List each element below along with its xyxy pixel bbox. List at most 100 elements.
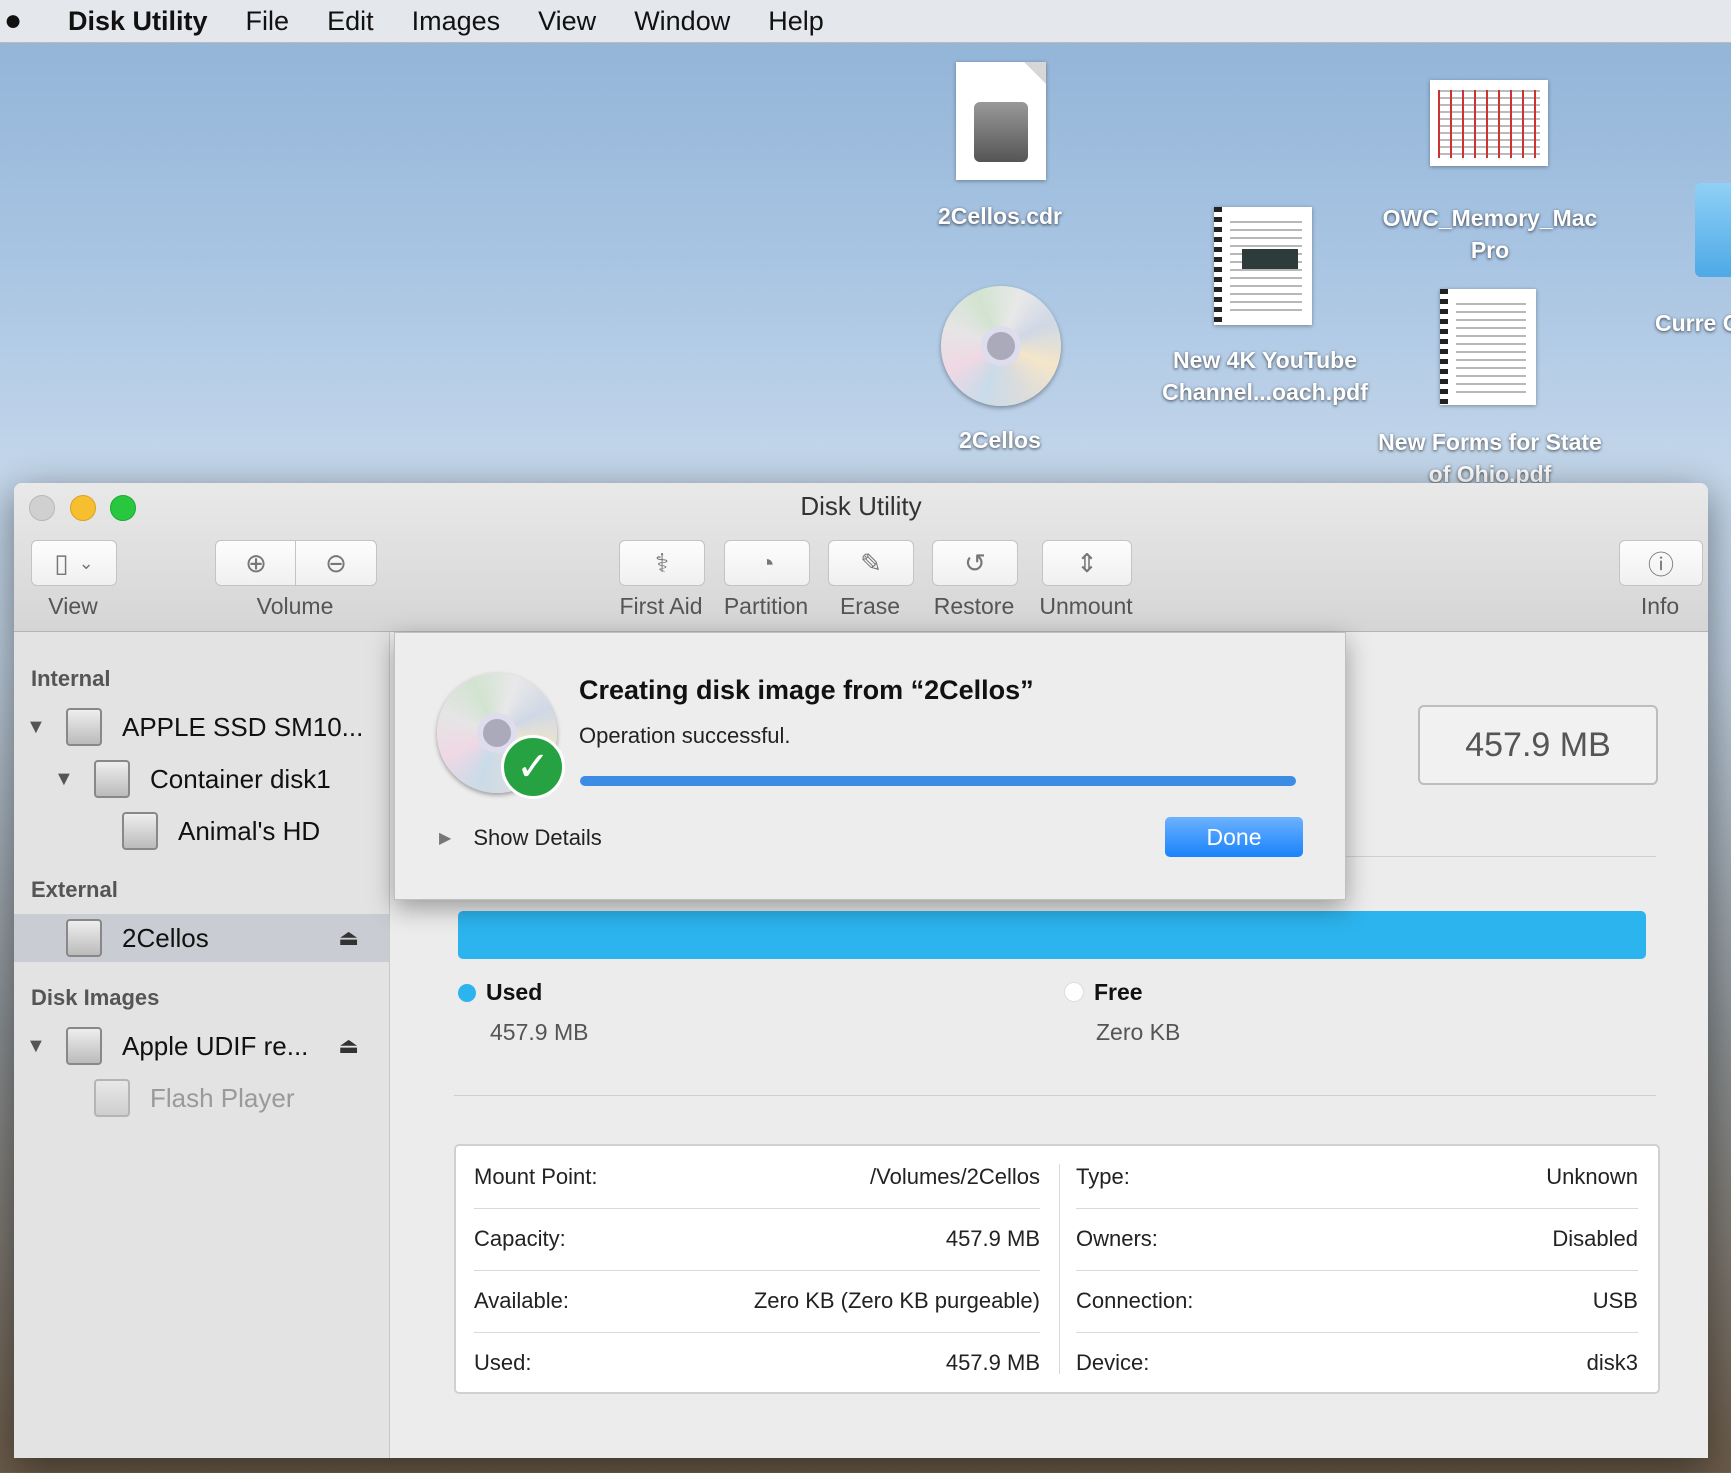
- volume-drive-icon: [94, 1079, 130, 1117]
- info-key: Owners:: [1076, 1226, 1158, 1251]
- info-button[interactable]: ⓘ: [1619, 540, 1703, 586]
- sidebar-item-label: Flash Player: [150, 1082, 295, 1113]
- first-aid-button[interactable]: ⚕: [619, 540, 705, 586]
- add-volume-icon: ⊕: [245, 547, 267, 578]
- info-row-mount-point: Mount Point: /Volumes/2Cellos: [474, 1146, 1040, 1209]
- erase-label: Erase: [839, 593, 901, 619]
- partition-button[interactable]: ◔: [724, 540, 810, 586]
- info-value: 457.9 MB: [945, 1226, 1040, 1251]
- remove-volume-icon: ⊖: [325, 547, 347, 578]
- info-value: Disabled: [1552, 1226, 1638, 1251]
- legend-free: Free: [1064, 979, 1143, 1006]
- sidebar-item-flash-player[interactable]: Flash Player: [14, 1074, 389, 1122]
- desktop-icon-label: New Forms for State of Ohio.pdf: [1378, 429, 1602, 487]
- free-value: Zero KB: [1096, 1019, 1181, 1045]
- sidebar-header-internal: Internal: [31, 666, 111, 691]
- unmount-button[interactable]: ⇕: [1042, 540, 1132, 586]
- info-value: disk3: [1586, 1350, 1638, 1375]
- info-value: 457.9 MB: [945, 1350, 1040, 1375]
- menu-help[interactable]: Help: [768, 6, 824, 37]
- info-row-capacity: Capacity: 457.9 MB: [474, 1208, 1040, 1271]
- progress-bar: [580, 776, 1296, 786]
- info-label: Info: [1640, 593, 1680, 619]
- info-key: Connection:: [1076, 1288, 1194, 1313]
- partition-pie-icon: ◔: [759, 547, 775, 578]
- sidebar-header-external: External: [31, 877, 118, 902]
- info-icon: ⓘ: [1647, 549, 1674, 580]
- remove-volume-button[interactable]: ⊖: [295, 540, 377, 586]
- sidebar-item-apple-ssd[interactable]: ▼ APPLE SSD SM10...: [14, 703, 389, 751]
- unmount-icon: ⇕: [1076, 547, 1098, 578]
- window-titlebar: Disk Utility ▯ ⌄ View ⊕ ⊖ Volume ⚕ First…: [14, 483, 1708, 632]
- sheet-status: Operation successful.: [579, 723, 791, 748]
- pdf-document-icon: [1440, 289, 1536, 405]
- volume-drive-icon: [122, 812, 158, 850]
- progress-sheet: ✓ Creating disk image from “2Cellos” Ope…: [394, 632, 1346, 900]
- cd-disc-icon: [941, 286, 1061, 406]
- sidebar-item-2cellos[interactable]: 2Cellos ⏏: [14, 914, 389, 962]
- show-details-toggle[interactable]: ▶ Show Details: [439, 825, 602, 851]
- free-dot-icon: [1064, 982, 1084, 1002]
- usage-bar: [458, 911, 1646, 959]
- folder-icon: [1695, 183, 1731, 277]
- eject-icon[interactable]: ⏏: [338, 925, 359, 951]
- cdr-file-icon: [956, 62, 1046, 180]
- capacity-display: 457.9 MB: [1418, 705, 1658, 785]
- sidebar-item-animals-hd[interactable]: Animal's HD: [14, 807, 389, 855]
- erase-button[interactable]: ✎: [828, 540, 914, 586]
- info-row-used: Used: 457.9 MB: [474, 1332, 1040, 1394]
- show-details-label: Show Details: [473, 825, 602, 850]
- desktop-icon-label: 2Cellos: [959, 427, 1041, 453]
- restore-icon: ↺: [964, 547, 986, 578]
- view-button[interactable]: ▯ ⌄: [31, 540, 117, 586]
- info-key: Type:: [1076, 1164, 1130, 1189]
- used-value: 457.9 MB: [490, 1019, 589, 1045]
- legend-used: Used: [458, 979, 542, 1006]
- disk-image-icon: [66, 1027, 102, 1065]
- info-row-available: Available: Zero KB (Zero KB purgeable): [474, 1270, 1040, 1333]
- sidebar-item-container-disk1[interactable]: ▼ Container disk1: [14, 755, 389, 803]
- add-volume-button[interactable]: ⊕: [215, 540, 297, 586]
- disclosure-triangle-icon[interactable]: ▼: [26, 1035, 46, 1058]
- first-aid-label: First Aid: [619, 593, 703, 619]
- menu-edit[interactable]: Edit: [327, 6, 374, 37]
- sidebar-item-label: APPLE SSD SM10...: [122, 711, 364, 742]
- restore-button[interactable]: ↺: [932, 540, 1018, 586]
- menu-file[interactable]: File: [246, 6, 290, 37]
- stethoscope-icon: ⚕: [654, 547, 670, 578]
- restore-label: Restore: [933, 593, 1015, 619]
- info-row-owners: Owners: Disabled: [1076, 1208, 1638, 1271]
- desktop-icon-label: 2Cellos.cdr: [938, 203, 1062, 229]
- info-key: Mount Point:: [474, 1164, 598, 1189]
- info-row-device: Device: disk3: [1076, 1332, 1638, 1394]
- disclosure-triangle-icon: ▶: [439, 830, 452, 847]
- sidebar-item-label: Container disk1: [150, 763, 331, 794]
- done-button[interactable]: Done: [1165, 817, 1303, 857]
- info-table: Mount Point: /Volumes/2Cellos Capacity: …: [454, 1144, 1660, 1394]
- disclosure-triangle-icon[interactable]: ▼: [54, 768, 74, 791]
- sheet-title: Creating disk image from “2Cellos”: [579, 675, 1034, 705]
- info-value: Unknown: [1546, 1164, 1638, 1189]
- menu-window[interactable]: Window: [634, 6, 730, 37]
- legend-used-label: Used: [486, 979, 543, 1005]
- checkmark-icon: ✓: [501, 735, 565, 799]
- view-label: View: [48, 593, 98, 619]
- sidebar-item-apple-udif[interactable]: ▼ Apple UDIF re... ⏏: [14, 1022, 389, 1070]
- menu-images[interactable]: Images: [412, 6, 501, 37]
- desktop-icon-label: New 4K YouTube Channel...oach.pdf: [1162, 347, 1368, 405]
- divider: [454, 1095, 1656, 1096]
- sidebar-header-disk-images: Disk Images: [31, 985, 160, 1010]
- apple-menu-icon[interactable]: ●: [4, 4, 34, 38]
- sidebar-item-label: Animal's HD: [178, 815, 321, 846]
- partition-label: Partition: [723, 593, 809, 619]
- chevron-down-icon: ⌄: [78, 552, 94, 573]
- info-value: /Volumes/2Cellos: [870, 1164, 1040, 1189]
- eject-icon[interactable]: ⏏: [338, 1033, 359, 1059]
- menu-view[interactable]: View: [538, 6, 596, 37]
- internal-drive-icon: [66, 708, 102, 746]
- disclosure-triangle-icon[interactable]: ▼: [26, 716, 46, 739]
- menu-app-name[interactable]: Disk Utility: [68, 6, 208, 37]
- used-dot-icon: [458, 984, 476, 1002]
- info-row-connection: Connection: USB: [1076, 1270, 1638, 1333]
- menu-bar: ● Disk Utility File Edit Images View Win…: [0, 0, 1731, 43]
